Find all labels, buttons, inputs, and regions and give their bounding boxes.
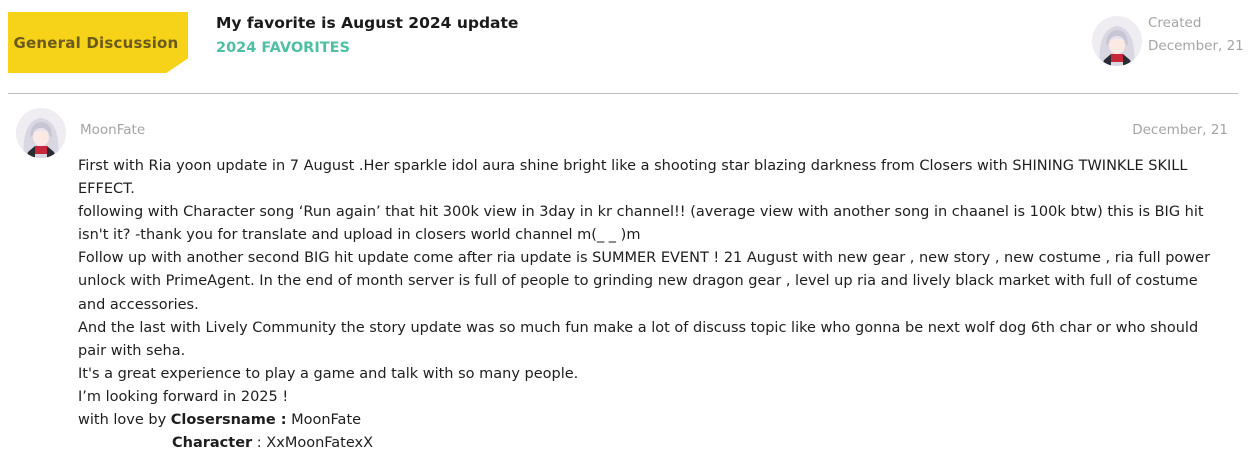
- signature-line: with love by Closersname : MoonFate: [78, 409, 1228, 432]
- created-label: Created: [1148, 15, 1202, 31]
- post-paragraph: following with Character song ‘Run again…: [78, 204, 1204, 244]
- subforum-link[interactable]: 2024 FAVORITES: [216, 40, 350, 56]
- post-paragraph: Follow up with another second BIG hit up…: [78, 250, 1211, 313]
- post-author[interactable]: MoonFate: [80, 122, 145, 138]
- avatar-image: [1092, 16, 1142, 66]
- character-value: : XxMoonFatexX: [252, 435, 374, 452]
- post-paragraph: It's a great experience to play a game a…: [78, 365, 579, 382]
- post-paragraph: And the last with Lively Community the s…: [78, 319, 1199, 359]
- created-date: December, 21: [1148, 38, 1244, 54]
- signature-prefix: with love by: [78, 412, 171, 429]
- avatar-image: [16, 108, 66, 158]
- post-paragraph: I’m looking forward in 2025 !: [78, 388, 289, 405]
- creator-avatar[interactable]: [1092, 16, 1142, 66]
- header-divider: [8, 93, 1238, 94]
- category-label: General Discussion: [13, 33, 179, 52]
- post-date: December, 21: [1132, 122, 1228, 138]
- signature-character-line: Character : XxMoonFatexX: [78, 432, 1228, 455]
- post-body: First with Ria yoon update in 7 August .…: [78, 155, 1228, 455]
- thread-title[interactable]: My favorite is August 2024 update: [216, 14, 518, 32]
- post-paragraph: First with Ria yoon update in 7 August .…: [78, 158, 1188, 198]
- closersname-value: MoonFate: [286, 412, 362, 429]
- category-badge[interactable]: General Discussion: [8, 12, 188, 73]
- closersname-label: Closersname :: [170, 412, 287, 429]
- author-avatar[interactable]: [16, 108, 66, 158]
- character-label: Character: [172, 435, 253, 452]
